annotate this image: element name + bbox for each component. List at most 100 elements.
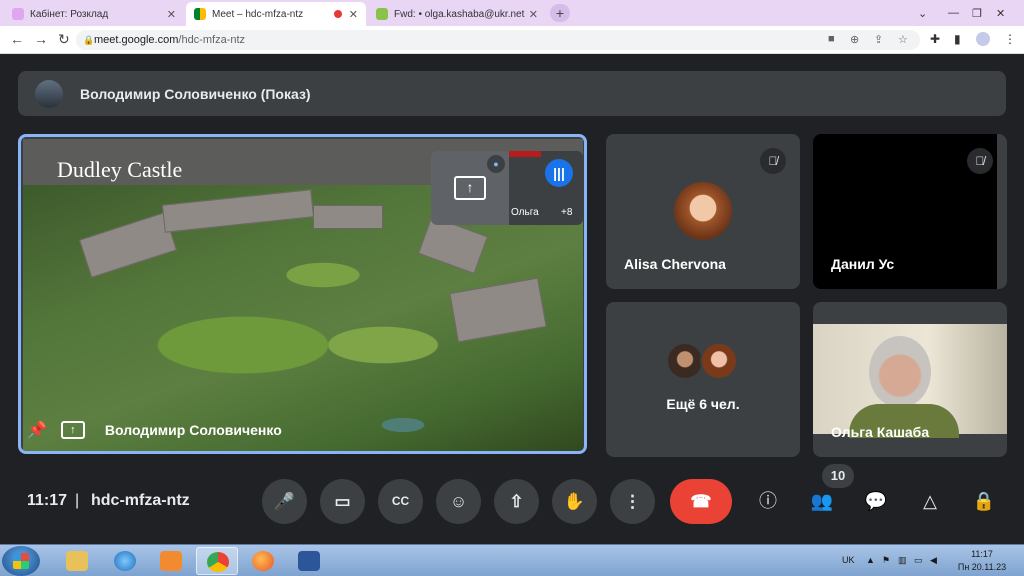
- start-button[interactable]: [2, 546, 40, 576]
- tab-meet[interactable]: Meet – hdc-mfza-ntz ✕: [186, 2, 366, 26]
- participant-name: Данил Ус: [831, 256, 895, 272]
- profile-avatar[interactable]: [976, 32, 990, 46]
- participant-tile-danyl[interactable]: 🎙̸ Данил Ус: [813, 134, 1007, 289]
- presentation-tile[interactable]: Dudley Castle ↑ ● ||| Ольга +8 📌 ↑ Волод…: [18, 134, 587, 454]
- pin-icon[interactable]: 📌: [27, 420, 47, 440]
- hang-up-icon: ☎: [690, 492, 712, 511]
- leave-call-button[interactable]: ☎: [670, 479, 732, 524]
- present-screen-button[interactable]: ⇧: [494, 479, 539, 524]
- captions-button[interactable]: CC: [378, 479, 423, 524]
- more-vert-icon: ⋮: [624, 492, 641, 511]
- camera-status-icon[interactable]: ■: [828, 33, 835, 45]
- microphone-icon: 🎤: [273, 492, 296, 511]
- meeting-time: 11:17: [27, 492, 68, 509]
- forward-arrow-icon[interactable]: →: [34, 31, 48, 47]
- presenter-banner-text: Володимир Соловиченко (Показ): [80, 85, 311, 102]
- volume-icon[interactable]: ◀: [930, 555, 937, 566]
- close-tab-icon[interactable]: ✕: [167, 8, 176, 21]
- more-participants-avatars: [666, 342, 738, 380]
- cabinet-favicon-icon: [12, 8, 24, 20]
- tab-label: Кабінет: Розклад: [30, 8, 109, 20]
- chat-button[interactable]: 💬: [862, 487, 890, 515]
- speaking-indicator-icon: |||: [545, 159, 573, 187]
- participant-tile-alisa[interactable]: 🎙̸ Alisa Chervona: [606, 134, 800, 289]
- self-preview-tile[interactable]: ↑ ● ||| Ольга +8: [431, 151, 583, 225]
- taskbar-ie[interactable]: [104, 547, 146, 575]
- presenter-name: Володимир Соловиченко: [104, 422, 282, 438]
- tab-mail[interactable]: Fwd: • olga.kashaba@ukr.net ✕: [368, 2, 546, 26]
- avatar: [674, 182, 732, 240]
- present-screen-icon: ⇧: [509, 492, 524, 511]
- lock-person-icon: 🔒: [972, 491, 996, 511]
- share-page-icon[interactable]: ⇪: [874, 33, 883, 46]
- browser-menu-icon[interactable]: ⋮: [1004, 32, 1016, 46]
- mini-participant-tile: ||| Ольга +8: [509, 151, 583, 225]
- time-separator: |: [75, 492, 80, 509]
- battery-icon[interactable]: ▭: [914, 555, 923, 566]
- bookmark-star-icon[interactable]: ☆: [898, 33, 908, 46]
- tab-cabinet[interactable]: Кабінет: Розклад ✕: [4, 2, 184, 26]
- camera-feed: [813, 324, 1007, 438]
- zoom-icon[interactable]: ⊕: [850, 33, 859, 46]
- taskbar-explorer[interactable]: [56, 547, 98, 575]
- clock-date: Пн 20.11.23: [957, 562, 1007, 572]
- media-player-icon: [160, 551, 182, 571]
- reload-icon[interactable]: ↻: [58, 31, 70, 48]
- people-button[interactable]: 👥: [808, 487, 836, 515]
- windows-logo-icon: [13, 553, 29, 569]
- internet-explorer-icon: [114, 551, 136, 571]
- side-panel-icon[interactable]: ▮: [954, 32, 961, 46]
- camera-button[interactable]: ▭: [320, 479, 365, 524]
- taskbar-chrome[interactable]: [196, 547, 238, 575]
- url-path: /hdc-mfza-ntz: [178, 34, 246, 46]
- windows-taskbar: UK ▲ ⚑ ▥ ▭ ◀ 11:17 Пн 20.11.23: [0, 544, 1024, 576]
- info-icon: ⓘ: [759, 491, 777, 511]
- extensions-icon[interactable]: ✚: [930, 32, 940, 46]
- more-options-button[interactable]: ⋮: [610, 479, 655, 524]
- taskbar-media-player[interactable]: [150, 547, 192, 575]
- captions-icon: CC: [391, 494, 410, 508]
- recording-dot-icon: [334, 10, 342, 18]
- participant-name: Alisa Chervona: [624, 256, 726, 272]
- close-tab-icon[interactable]: ✕: [529, 8, 538, 21]
- reactions-button[interactable]: ☺: [436, 479, 481, 524]
- word-icon: [298, 551, 320, 571]
- taskbar-firefox[interactable]: [242, 547, 284, 575]
- lock-icon: 🔒: [83, 35, 95, 45]
- mic-muted-icon: 🎙̸: [760, 148, 786, 174]
- close-window-icon[interactable]: ✕: [996, 0, 1005, 26]
- microphone-button[interactable]: 🎤: [262, 479, 307, 524]
- flag-icon[interactable]: ⚑: [882, 555, 890, 566]
- participant-tile-olga[interactable]: Ольга Кашаба: [813, 302, 1007, 457]
- avatar: [700, 342, 738, 380]
- people-icon: 👥: [810, 491, 834, 511]
- close-tab-icon[interactable]: ✕: [349, 8, 358, 21]
- tray-expand-icon[interactable]: ▲: [866, 555, 875, 565]
- mini-participant-name: Ольга: [511, 207, 539, 218]
- host-controls-button[interactable]: 🔒: [970, 487, 998, 515]
- more-participants-tile[interactable]: Ещё 6 чел.: [606, 302, 800, 457]
- meeting-details-button[interactable]: ⓘ: [754, 487, 782, 515]
- system-clock[interactable]: 11:17 Пн 20.11.23: [956, 548, 1008, 574]
- firefox-icon: [252, 551, 274, 571]
- activities-button[interactable]: △: [916, 487, 944, 515]
- mic-muted-icon: 🎙̸: [967, 148, 993, 174]
- back-arrow-icon[interactable]: ←: [10, 31, 24, 47]
- restore-icon[interactable]: ❐: [972, 0, 982, 26]
- raise-hand-button[interactable]: ✋: [552, 479, 597, 524]
- network-icon[interactable]: ▥: [898, 555, 907, 566]
- chrome-icon: [207, 552, 229, 572]
- presenter-banner: Володимир Соловиченко (Показ): [18, 71, 1006, 116]
- minimize-icon[interactable]: —: [948, 0, 959, 26]
- meeting-code: hdc-mfza-ntz: [91, 492, 190, 509]
- presenter-avatar: [35, 79, 63, 108]
- meet-favicon-icon: [194, 8, 206, 20]
- new-tab-button[interactable]: +: [550, 4, 570, 22]
- presentation-footer: 📌 ↑ Володимир Соловиченко: [27, 420, 282, 440]
- language-indicator[interactable]: UK: [842, 555, 855, 565]
- camera-icon: ▭: [334, 492, 351, 511]
- url-host: meet.google.com: [94, 34, 179, 46]
- taskbar-word[interactable]: [288, 547, 330, 575]
- tab-search-icon[interactable]: ⌄: [918, 0, 927, 26]
- url-input[interactable]: 🔒 meet.google.com/hdc-mfza-ntz: [76, 30, 920, 50]
